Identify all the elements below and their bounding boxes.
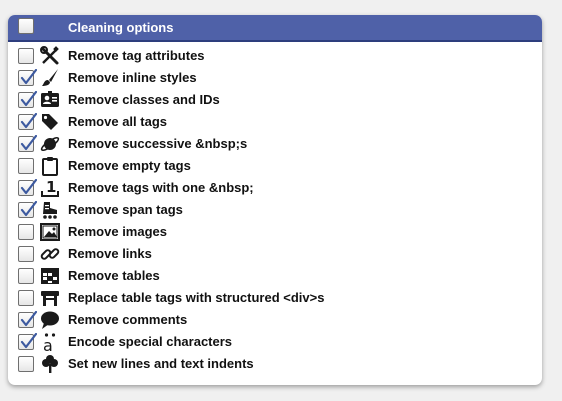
option-row-remove-classes-and-ids[interactable]: Remove classes and IDs (8, 89, 542, 111)
id-card-icon (40, 90, 60, 110)
option-row-remove-tag-attributes[interactable]: Remove tag attributes (8, 45, 542, 67)
option-row-remove-tables[interactable]: Remove tables (8, 265, 542, 287)
link-icon (40, 244, 60, 264)
option-label: Set new lines and text indents (68, 356, 254, 371)
option-label: Remove classes and IDs (68, 92, 220, 107)
option-checkbox[interactable] (18, 268, 34, 284)
cleaning-options-panel: Cleaning options Remove tag attributes Re… (8, 15, 542, 385)
checkmark-icon (20, 201, 37, 217)
option-row-remove-comments[interactable]: Remove comments (8, 309, 542, 331)
checkmark-icon (20, 69, 37, 85)
option-row-remove-links[interactable]: Remove links (8, 243, 542, 265)
option-label: Remove tables (68, 268, 160, 283)
option-checkbox[interactable] (18, 91, 37, 108)
option-row-encode-special-characters[interactable]: a Encode special characters (8, 331, 542, 355)
clipboard-icon (40, 156, 60, 176)
a-umlaut-icon: a (40, 332, 60, 355)
select-all-checkbox[interactable] (18, 18, 34, 34)
option-row-set-new-lines-and-text-indents[interactable]: Set new lines and text indents (8, 353, 542, 375)
option-row-remove-all-tags[interactable]: Remove all tags (8, 111, 542, 133)
option-checkbox[interactable] (18, 224, 34, 240)
table-icon (40, 266, 60, 286)
option-label: Remove successive &nbsp;s (68, 136, 248, 151)
option-checkbox[interactable] (18, 158, 34, 174)
panel-header: Cleaning options (8, 15, 542, 42)
option-checkbox[interactable] (18, 290, 34, 306)
planet-icon (40, 134, 60, 154)
panel-title: Cleaning options (68, 20, 174, 35)
image-icon (40, 222, 60, 242)
option-label: Remove tag attributes (68, 48, 205, 63)
checkmark-icon (20, 311, 37, 327)
table-furniture-icon (40, 288, 60, 308)
checkmark-icon (20, 113, 37, 129)
option-checkbox[interactable] (18, 69, 37, 86)
option-label: Replace table tags with structured <div>… (68, 290, 325, 305)
option-label: Encode special characters (68, 334, 233, 349)
option-row-remove-images[interactable]: Remove images (8, 221, 542, 243)
svg-text:a: a (43, 336, 53, 352)
option-checkbox[interactable] (18, 135, 37, 152)
comment-icon (40, 310, 60, 330)
option-label: Remove images (68, 224, 167, 239)
tools-icon (40, 46, 60, 66)
option-label: Remove tags with one &nbsp; (68, 180, 254, 195)
option-checkbox[interactable] (18, 246, 34, 262)
option-row-replace-table-tags-with-structured-div-s[interactable]: Replace table tags with structured <div>… (8, 287, 542, 309)
option-checkbox[interactable] (18, 179, 37, 196)
option-checkbox[interactable] (18, 356, 34, 372)
option-label: Remove span tags (68, 202, 183, 217)
option-row-remove-tags-with-one-nbsp[interactable]: 1 Remove tags with one &nbsp; (8, 177, 542, 199)
checkmark-icon (20, 333, 37, 349)
option-label: Remove empty tags (68, 158, 191, 173)
option-checkbox[interactable] (18, 48, 34, 64)
option-checkbox[interactable] (18, 333, 37, 350)
skate-icon (40, 200, 60, 220)
option-label: Remove comments (68, 312, 188, 327)
option-checkbox[interactable] (18, 201, 37, 218)
option-row-remove-inline-styles[interactable]: Remove inline styles (8, 67, 542, 89)
checkmark-icon (20, 179, 37, 195)
svg-text:1: 1 (46, 178, 56, 196)
option-row-remove-successive-nbsp-s[interactable]: Remove successive &nbsp;s (8, 133, 542, 155)
checkmark-icon (20, 91, 37, 107)
tag-icon (40, 112, 60, 132)
option-row-remove-empty-tags[interactable]: Remove empty tags (8, 155, 542, 177)
option-label: Remove inline styles (68, 70, 197, 85)
option-label: Remove links (68, 246, 152, 261)
tree-icon (40, 354, 60, 374)
option-label: Remove all tags (68, 114, 167, 129)
paintbrush-icon (40, 68, 60, 88)
option-checkbox[interactable] (18, 113, 37, 130)
number-one-icon: 1 (40, 178, 60, 198)
option-row-remove-span-tags[interactable]: Remove span tags (8, 199, 542, 221)
options-list: Remove tag attributes Remove inline style… (8, 42, 542, 375)
checkmark-icon (20, 135, 37, 151)
option-checkbox[interactable] (18, 311, 37, 328)
